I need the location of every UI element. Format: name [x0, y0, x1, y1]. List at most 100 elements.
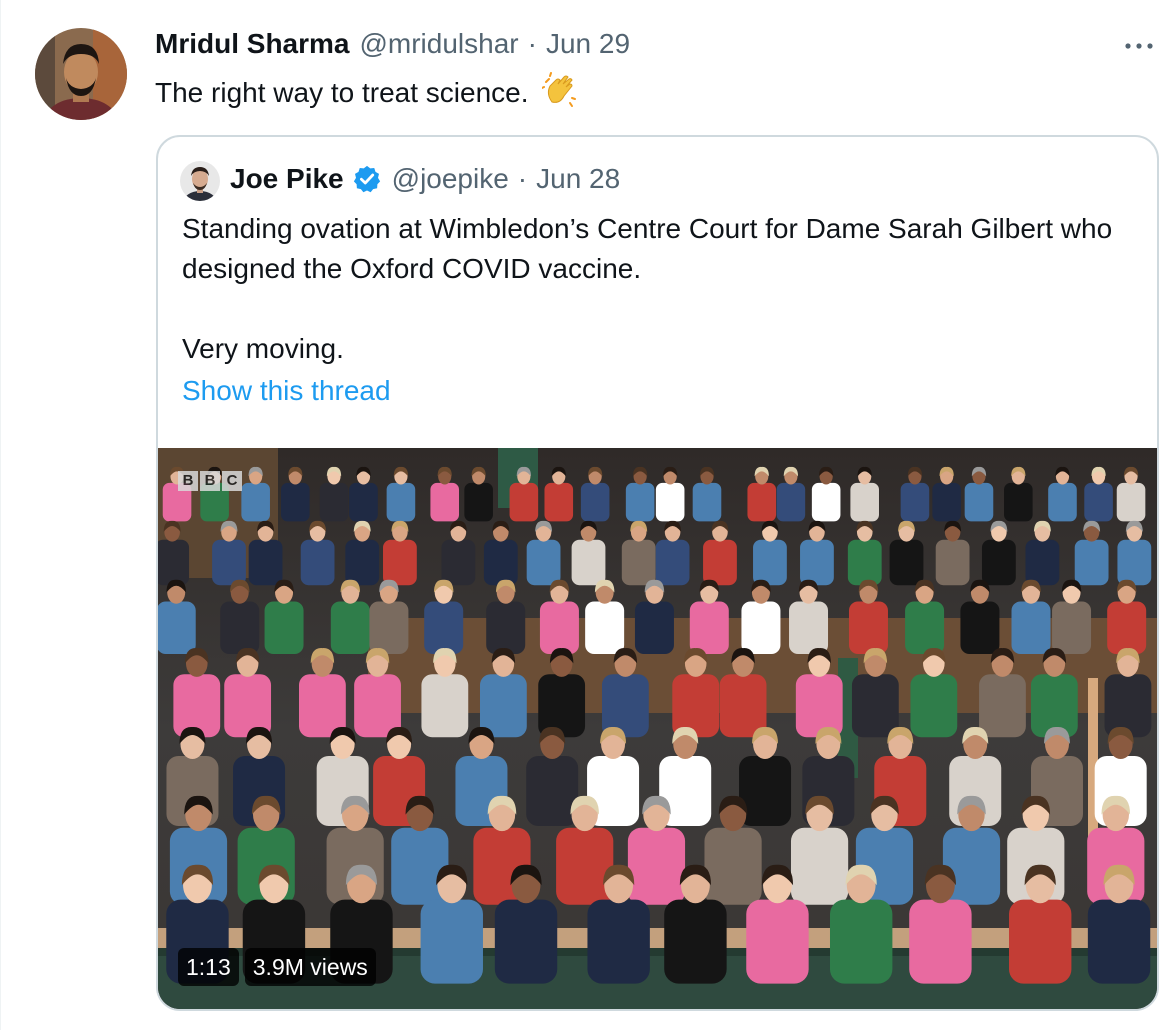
spectator-body: [158, 601, 196, 654]
spectator-body: [421, 674, 469, 738]
spectator-body: [544, 482, 574, 522]
quoted-tweet[interactable]: Joe Pike @joepike · Jun 28 Standing ovat…: [156, 135, 1159, 1011]
spectator-body: [850, 482, 879, 522]
spectator-body: [571, 539, 606, 586]
author-avatar[interactable]: [35, 28, 127, 120]
spectator-body: [753, 539, 787, 586]
spectator-body: [212, 539, 246, 586]
more-options-icon[interactable]: [1123, 34, 1155, 58]
spectator-body: [509, 482, 539, 522]
spectator-body: [1004, 482, 1033, 522]
spectator-body: [790, 827, 849, 905]
spectator-body: [464, 482, 493, 522]
spectator-body: [587, 899, 650, 984]
verified-badge-icon: [352, 164, 382, 194]
spectator-body: [910, 674, 958, 738]
video-player[interactable]: B B C 1:13 3.9M views: [158, 448, 1157, 1009]
tweet-header: Mridul Sharma @mridulshar · Jun 29: [155, 28, 630, 64]
bbc-letter: B: [200, 471, 220, 491]
quoted-header: Joe Pike @joepike · Jun 28: [230, 163, 620, 195]
spectator-body: [383, 539, 417, 586]
spectator-body: [220, 601, 260, 654]
spectator-body: [369, 601, 409, 654]
spectator-body: [386, 482, 416, 522]
spectator-body: [703, 539, 737, 586]
separator-dot: ·: [527, 28, 537, 59]
video-views: 3.9M views: [244, 948, 376, 986]
spectator-body: [158, 539, 190, 586]
quoted-date[interactable]: Jun 28: [536, 163, 620, 195]
spectator-body: [829, 899, 893, 984]
spectator-body: [851, 674, 899, 738]
spectator-body: [281, 482, 310, 522]
quoted-text-paragraph-1: Standing ovation at Wimbledon’s Centre C…: [182, 213, 1113, 284]
spectator-body: [900, 482, 930, 522]
spectator-body: [889, 539, 924, 586]
spectator-body: [1104, 674, 1152, 738]
spectator-body: [483, 539, 518, 586]
spectator-body: [746, 899, 809, 984]
separator-dot: ·: [517, 163, 528, 194]
tweet-date[interactable]: Jun 29: [546, 28, 630, 60]
spectator-body: [909, 899, 972, 984]
spectator-body: [655, 482, 685, 522]
spectator-body: [1011, 601, 1051, 654]
spectator-body: [692, 482, 722, 522]
spectator-body: [420, 899, 483, 984]
spectator-body: [964, 482, 994, 522]
spectator-body: [300, 539, 335, 586]
spectator-body: [848, 601, 888, 654]
author-handle[interactable]: @mridulshar: [359, 28, 518, 60]
spectator-body: [556, 827, 614, 905]
bbc-watermark: B B C: [178, 471, 242, 491]
tweet-body: The right way to treat science.: [155, 77, 529, 108]
spectator-body: [935, 539, 970, 586]
spectator-body: [739, 756, 792, 826]
spectator-body: [1116, 482, 1146, 522]
spectator-body: [526, 539, 561, 586]
spectator-body: [689, 601, 729, 654]
spectator-body: [1084, 482, 1113, 522]
show-thread-link[interactable]: Show this thread: [182, 375, 391, 407]
spectator-body: [621, 539, 656, 586]
spectator-body: [319, 482, 349, 522]
spectator-body: [776, 482, 806, 522]
spectator-body: [349, 482, 378, 522]
clapping-hands-icon: [541, 72, 578, 114]
spectator-body: [241, 482, 270, 522]
tweet[interactable]: Mridul Sharma @mridulshar · Jun 29 The r…: [0, 0, 1169, 1030]
bbc-letter: C: [222, 471, 242, 491]
spectator-body: [981, 539, 1016, 586]
spectator-body: [847, 539, 882, 586]
quoted-author-name[interactable]: Joe Pike: [230, 163, 344, 195]
quoted-text: Standing ovation at Wimbledon’s Centre C…: [182, 209, 1142, 369]
spectator-body: [1117, 539, 1152, 586]
spectator-body: [960, 601, 1000, 654]
spectator-body: [747, 482, 777, 522]
tweet-text: The right way to treat science.: [155, 72, 578, 118]
spectator-body: [345, 539, 380, 586]
spectator-body: [539, 601, 579, 654]
spectator-body: [330, 601, 370, 654]
spectator-body: [1048, 482, 1077, 522]
spectator-body: [430, 482, 460, 522]
spectator-body: [486, 601, 526, 654]
spectator-body: [704, 827, 762, 905]
spectator-body: [800, 539, 834, 586]
spectator-body: [424, 601, 464, 654]
spectator-body: [580, 482, 610, 522]
spectator-body: [811, 482, 841, 522]
spectator-body: [627, 827, 686, 905]
spectator-body: [741, 601, 781, 654]
spectator-body: [1087, 899, 1151, 984]
quoted-author-avatar[interactable]: [180, 161, 220, 201]
author-name[interactable]: Mridul Sharma: [155, 28, 349, 60]
video-duration: 1:13: [178, 948, 239, 986]
video-frame-crowd: [158, 448, 1157, 1009]
spectator-body: [248, 539, 283, 586]
spectator-body: [494, 899, 558, 984]
quoted-author-handle[interactable]: @joepike: [392, 163, 509, 195]
spectator-body: [585, 601, 625, 654]
spectator-body: [672, 674, 720, 738]
spectator-body: [979, 674, 1026, 738]
